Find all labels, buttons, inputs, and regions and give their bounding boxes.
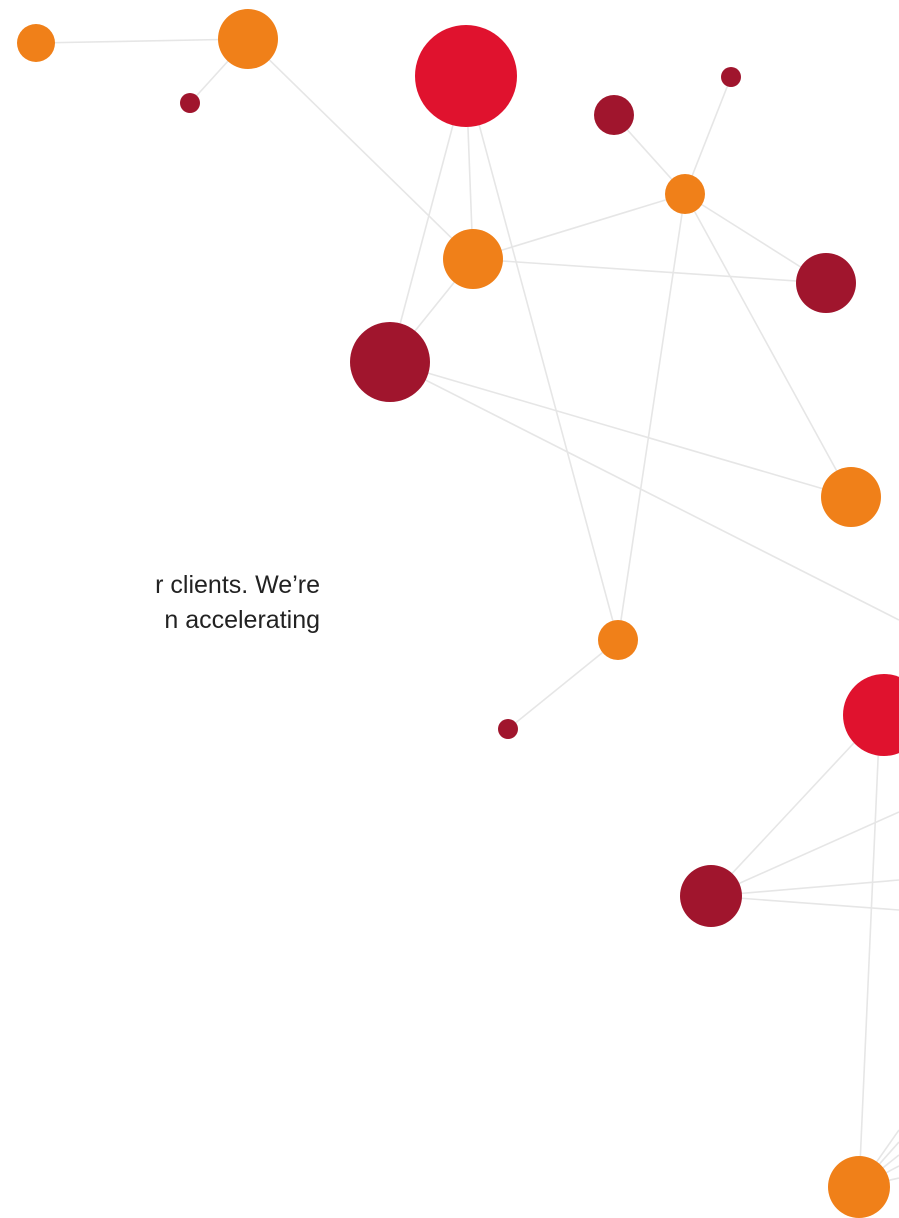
- maroon-node: [350, 322, 430, 402]
- edge: [858, 714, 881, 1188]
- edge: [465, 75, 619, 641]
- edge: [472, 193, 686, 260]
- orange-node: [218, 9, 278, 69]
- orange-node: [821, 467, 881, 527]
- orange-node: [665, 174, 705, 214]
- edge: [389, 361, 852, 498]
- maroon-node: [180, 93, 200, 113]
- intro-text-line-2: n accelerating: [164, 606, 320, 634]
- orange-node: [828, 1156, 890, 1218]
- maroon-node: [680, 865, 742, 927]
- edge: [684, 193, 852, 498]
- maroon-node: [594, 95, 634, 135]
- edge: [507, 639, 619, 730]
- red-node: [843, 674, 899, 756]
- edge: [472, 258, 827, 284]
- edge: [617, 193, 686, 641]
- maroon-node: [796, 253, 856, 313]
- orange-node: [598, 620, 638, 660]
- intro-text-line-1: r clients. We’re: [155, 571, 320, 599]
- edge: [35, 38, 249, 44]
- orange-node: [443, 229, 503, 289]
- maroon-node: [498, 719, 518, 739]
- red-node: [415, 25, 517, 127]
- intro-paragraph: r clients. We’re n accelerating: [0, 568, 320, 638]
- orange-node: [17, 24, 55, 62]
- maroon-node: [721, 67, 741, 87]
